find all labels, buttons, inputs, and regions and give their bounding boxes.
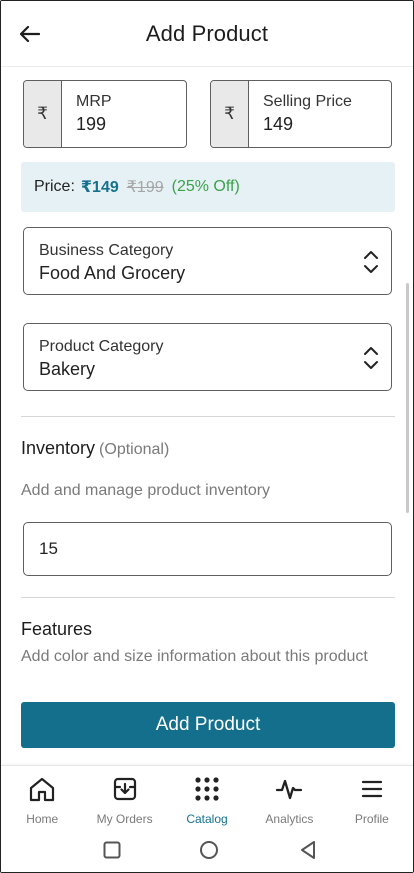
business-category-select[interactable]: Business Category Food And Grocery (23, 227, 392, 295)
section-divider (21, 416, 395, 417)
home-icon (30, 777, 55, 802)
inventory-quantity-input[interactable]: 15 (23, 522, 392, 576)
inventory-heading: Inventory (Optional) (21, 438, 169, 459)
price-summary: Price: ₹149 ₹199 (25% Off) (21, 162, 395, 212)
selling-price-label: Selling Price (263, 93, 352, 110)
nav-label-profile: Profile (354, 812, 389, 826)
summary-selling-price: ₹149 (80, 179, 119, 196)
square-icon (103, 841, 121, 859)
product-category-value: Bakery (39, 359, 96, 379)
business-category-value: Food And Grocery (39, 263, 186, 283)
nav-item-catalog[interactable]: Catalog (166, 766, 248, 831)
product-category-label: Product Category (39, 338, 164, 355)
system-navigation-bar (1, 831, 413, 872)
product-category-select[interactable]: Product Category Bakery (23, 323, 392, 391)
app-frame: Add Product ₹ MRP 199 ₹ Selling Price 14… (0, 0, 414, 873)
chevron-up-down-icon (364, 347, 378, 369)
triangle-back-icon (301, 841, 315, 859)
pulse-icon (276, 779, 303, 800)
mrp-field[interactable]: ₹ MRP 199 (23, 80, 187, 148)
nav-item-home[interactable]: Home (1, 766, 83, 831)
features-title: Features (21, 619, 93, 639)
rupee-prefix: ₹ (24, 81, 62, 147)
top-app-bar: Add Product (1, 1, 413, 67)
inventory-optional: (Optional) (99, 441, 170, 458)
summary-discount: (25% Off) (171, 178, 240, 195)
chevron-up-down-icon (364, 251, 378, 273)
orders-box-icon (113, 777, 136, 801)
recents-button[interactable] (101, 839, 123, 861)
nav-item-analytics[interactable]: Analytics (248, 766, 330, 831)
nav-label-home: Home (26, 812, 59, 826)
circle-icon (200, 841, 218, 859)
selling-price-input[interactable]: 149 (263, 111, 352, 137)
inventory-description: Add and manage product inventory (21, 482, 271, 499)
selling-price-field-body: Selling Price 149 (249, 81, 352, 147)
arrow-left-icon (20, 26, 40, 42)
section-divider (21, 597, 395, 598)
summary-mrp-struck: ₹199 (126, 179, 164, 196)
form-scroll-area[interactable]: ₹ MRP 199 ₹ Selling Price 149 Price: ₹14… (1, 67, 413, 765)
add-product-button[interactable]: Add Product (21, 702, 395, 748)
nav-item-profile[interactable]: Profile (331, 766, 413, 831)
rupee-prefix: ₹ (211, 81, 249, 147)
nav-label-my-orders: My Orders (96, 812, 153, 826)
business-category-label: Business Category (39, 242, 174, 259)
page-title: Add Product (145, 20, 269, 46)
back-button[interactable] (15, 19, 45, 49)
inventory-title: Inventory (21, 438, 96, 458)
nav-label-analytics: Analytics (265, 812, 314, 826)
scrollbar-thumb[interactable] (406, 283, 409, 513)
mrp-field-body: MRP 199 (62, 81, 112, 147)
mrp-input[interactable]: 199 (76, 111, 112, 137)
bottom-navigation: Home My Orders Catalog Analytics Profile (1, 765, 413, 831)
nav-label-catalog: Catalog (186, 812, 228, 826)
system-back-button[interactable] (297, 839, 319, 861)
system-home-button[interactable] (198, 839, 220, 861)
mrp-label: MRP (76, 93, 112, 110)
selling-price-field[interactable]: ₹ Selling Price 149 (210, 80, 392, 148)
features-description: Add color and size information about thi… (21, 648, 368, 665)
menu-icon (361, 780, 382, 798)
price-summary-label: Price: (34, 178, 75, 195)
nav-item-my-orders[interactable]: My Orders (83, 766, 165, 831)
grid-dots-icon (195, 777, 219, 801)
